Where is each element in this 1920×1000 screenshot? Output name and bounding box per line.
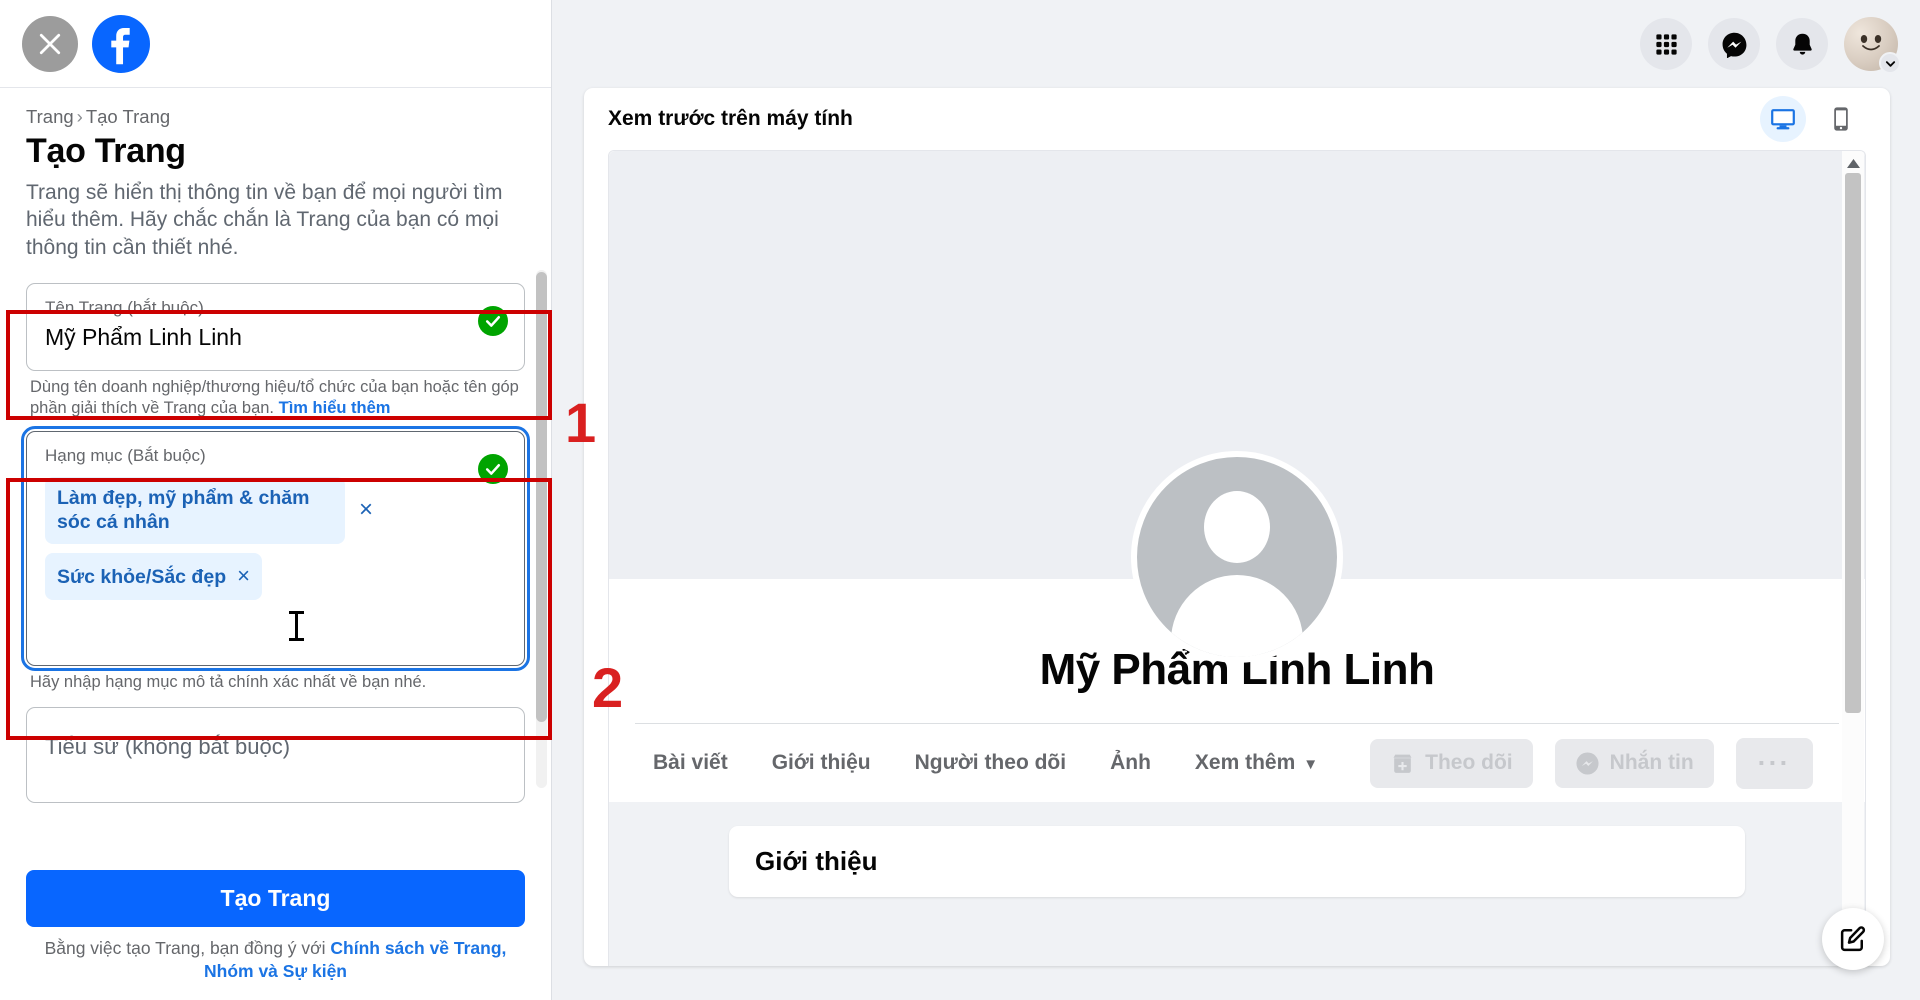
sidebar-scrollbar-thumb[interactable] (536, 272, 547, 722)
scroll-up-arrow-icon[interactable] (1842, 154, 1864, 172)
preview-card: Xem trước trên máy tính Mỹ Phẩm Linh Lin… (584, 88, 1890, 966)
page-name-help-link[interactable]: Tìm hiểu thêm (279, 399, 391, 417)
page-name-field[interactable]: Tên Trang (bắt buộc) Mỹ Phẩm Linh Linh (26, 282, 525, 371)
message-label: Nhắn tin (1609, 751, 1694, 774)
preview-title: Xem trước trên máy tính (608, 107, 853, 130)
text-cursor-icon (289, 610, 304, 641)
create-page-sidebar: Trang › Tạo Trang Tạo Trang Trang sẽ hiển … (0, 0, 552, 1000)
breadcrumb-root[interactable]: Trang (26, 106, 74, 127)
page-title: Tạo Trang (26, 132, 186, 170)
category-label: Hạng mục (Bắt buộc) (45, 446, 206, 466)
sidebar-header (0, 0, 551, 88)
tab-xem-them[interactable]: Xem thêm ▼ (1177, 741, 1336, 785)
tab-nguoi-theo-doi[interactable]: Người theo dõi (897, 741, 1084, 785)
follow-button[interactable]: Theo dõi (1370, 738, 1533, 788)
breadcrumb: Trang › Tạo Trang (26, 106, 525, 128)
page-name-field-wrap: Tên Trang (bắt buộc) Mỹ Phẩm Linh Linh D… (26, 282, 525, 419)
tab-label: Xem thêm (1194, 751, 1296, 774)
category-chip-row: Làm đẹp, mỹ phẩm & chăm sóc cá nhân × (45, 476, 466, 545)
preview-header: Xem trước trên máy tính (584, 88, 1890, 150)
category-chip-remove-icon[interactable]: × (359, 498, 373, 522)
category-chip-remove-icon[interactable]: × (237, 563, 250, 588)
tab-label: Bài viết (653, 751, 728, 774)
message-button[interactable]: Nhắn tin (1554, 738, 1714, 788)
category-chips: Làm đẹp, mỹ phẩm & chăm sóc cá nhân × Sứ… (45, 476, 466, 653)
tab-bai-viet[interactable]: Bài viết (635, 741, 746, 785)
preview-tab-bar: Bài viết Giới thiệu Người theo dõi Ảnh X… (609, 724, 1865, 802)
more-options-icon[interactable]: ··· (1735, 737, 1813, 789)
breadcrumb-separator: › (76, 106, 83, 127)
mobile-preview-icon[interactable] (1818, 96, 1864, 142)
chevron-down-icon[interactable] (1879, 52, 1901, 74)
avatar-body-shape (1171, 575, 1303, 657)
breadcrumb-current: Tạo Trang (85, 106, 171, 127)
bio-field[interactable]: Tiểu sử (không bắt buộc) (26, 706, 525, 803)
page-name-valid-check-icon (478, 305, 508, 336)
device-toggle (1760, 96, 1864, 142)
avatar-head-shape (1204, 491, 1270, 563)
user-avatar[interactable] (1844, 17, 1901, 74)
terms-prefix: Bằng việc tạo Trang, bạn đồng ý với (44, 937, 331, 958)
cover-photo-placeholder[interactable] (609, 151, 1865, 663)
facebook-logo-icon[interactable] (92, 14, 150, 73)
page-name-label: Tên Trang (bắt buộc) (45, 297, 204, 317)
follow-icon (1393, 754, 1412, 773)
preview-scrollbar-thumb[interactable] (1845, 173, 1861, 713)
tab-label: Ảnh (1110, 751, 1151, 774)
create-page-button[interactable]: Tạo Trang (26, 869, 525, 927)
compose-edit-icon[interactable] (1822, 908, 1884, 970)
notifications-bell-icon[interactable] (1776, 18, 1828, 70)
category-field-wrap: Hạng mục (Bắt buộc) Làm đẹp, mỹ phẩm & c… (21, 426, 530, 693)
top-navigation-bar (552, 0, 1920, 88)
tab-gioi-thieu[interactable]: Giới thiệu (754, 741, 889, 785)
page-name-input[interactable]: Mỹ Phẩm Linh Linh (45, 324, 466, 351)
create-page-screen: Trang › Tạo Trang Tạo Trang Trang sẽ hiển … (0, 0, 1920, 1000)
page-name-help: Dùng tên doanh nghiệp/thương hiệu/tổ chứ… (26, 371, 525, 419)
close-icon[interactable] (22, 15, 78, 72)
sidebar-footer: Tạo Trang Bằng việc tạo Trang, bạn đồng … (0, 855, 551, 1000)
category-chip: Sức khỏe/Sắc đẹp × (45, 553, 262, 600)
chevron-down-icon: ▼ (1303, 756, 1319, 773)
preview-content-area: Giới thiệu (609, 802, 1865, 966)
category-field[interactable]: Hạng mục (Bắt buộc) Làm đẹp, mỹ phẩm & c… (21, 426, 530, 671)
tab-label: Người theo dõi (914, 751, 1067, 774)
category-text-input[interactable] (45, 609, 466, 653)
page-description: Trang sẽ hiển thị thông tin về bạn để mọ… (26, 181, 503, 259)
category-chip: Làm đẹp, mỹ phẩm & chăm sóc cá nhân (45, 476, 345, 545)
preview-frame: Mỹ Phẩm Linh Linh Bài viết Giới thiệu Ng… (608, 150, 1866, 966)
intro-card: Giới thiệu (729, 826, 1745, 897)
messenger-icon (1576, 751, 1599, 775)
page-name-help-text: Dùng tên doanh nghiệp/thương hiệu/tổ chứ… (30, 377, 519, 417)
tab-label: Giới thiệu (771, 751, 871, 774)
category-chip-label: Sức khỏe/Sắc đẹp (57, 566, 227, 589)
default-avatar-icon[interactable] (1131, 451, 1343, 663)
intro-card-title: Giới thiệu (755, 846, 878, 876)
follow-label: Theo dõi (1425, 751, 1513, 774)
bio-placeholder: Tiểu sử (không bắt buộc) (45, 733, 291, 759)
desktop-preview-icon[interactable] (1760, 96, 1806, 142)
tab-anh[interactable]: Ảnh (1092, 741, 1169, 785)
terms-text: Bằng việc tạo Trang, bạn đồng ý với Chín… (26, 937, 525, 984)
preview-panel: Xem trước trên máy tính Mỹ Phẩm Linh Lin… (552, 0, 1920, 1000)
category-chip-row: Sức khỏe/Sắc đẹp × (45, 553, 466, 600)
annotation-number-1: 1 (565, 391, 597, 454)
category-help: Hãy nhập hạng mục mô tả chính xác nhất v… (30, 672, 427, 691)
annotation-number-2: 2 (592, 656, 624, 719)
apps-grid-icon[interactable] (1640, 18, 1692, 70)
preview-scrollbar[interactable] (1842, 151, 1864, 966)
category-valid-check-icon (478, 454, 508, 485)
messenger-icon[interactable] (1708, 18, 1760, 70)
